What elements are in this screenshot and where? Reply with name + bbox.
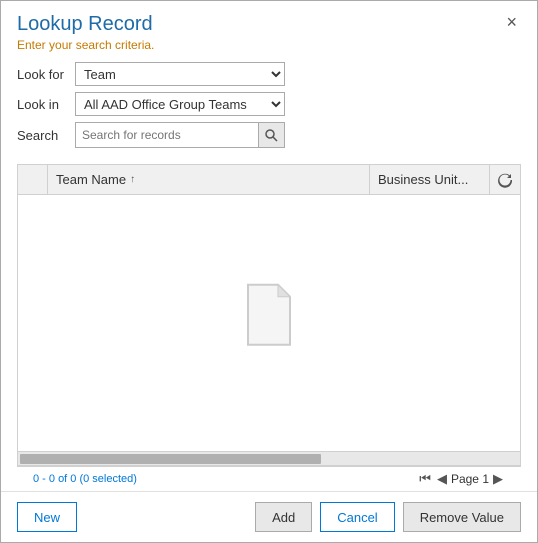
business-unit-label: Business Unit... — [378, 172, 468, 187]
dialog-footer: New Add Cancel Remove Value — [1, 491, 537, 542]
refresh-button[interactable] — [490, 165, 520, 194]
scrollbar-thumb — [20, 454, 321, 464]
new-button[interactable]: New — [17, 502, 77, 532]
dialog-subtitle: Enter your search criteria. — [17, 38, 154, 52]
look-in-row: Look in All AAD Office Group Teams — [17, 92, 521, 116]
dialog-header: Lookup Record Enter your search criteria… — [1, 1, 537, 56]
empty-state-icon — [242, 283, 296, 350]
header-business-unit[interactable]: Business Unit... — [370, 165, 490, 194]
look-for-row: Look for Team — [17, 62, 521, 86]
search-row: Search — [17, 122, 521, 148]
lookup-record-dialog: Lookup Record Enter your search criteria… — [0, 0, 538, 543]
next-page-button[interactable]: ▶ — [491, 471, 505, 487]
search-icon — [265, 129, 278, 142]
record-count: 0 - 0 of 0 (0 selected) — [33, 473, 137, 485]
dialog-title: Lookup Record — [17, 13, 154, 36]
search-field-wrap — [75, 122, 285, 148]
pagination: ⏮ ◀ Page 1 ▶ — [417, 471, 505, 487]
prev-page-button[interactable]: ◀ — [435, 471, 449, 487]
search-wrap — [75, 122, 521, 148]
table-body — [18, 195, 520, 451]
search-button[interactable] — [258, 123, 284, 147]
close-button[interactable]: × — [502, 13, 521, 31]
sort-asc-icon: ↑ — [130, 174, 135, 185]
search-input[interactable] — [76, 123, 258, 147]
add-button[interactable]: Add — [255, 502, 312, 532]
refresh-icon — [497, 172, 513, 188]
look-in-wrap: All AAD Office Group Teams — [75, 92, 521, 116]
look-for-label: Look for — [17, 67, 75, 82]
footer-left: New — [17, 502, 77, 532]
cancel-button[interactable]: Cancel — [320, 502, 394, 532]
remove-value-button[interactable]: Remove Value — [403, 502, 521, 532]
status-bar: 0 - 0 of 0 (0 selected) ⏮ ◀ Page 1 ▶ — [17, 466, 521, 491]
header-text: Lookup Record Enter your search criteria… — [17, 13, 154, 52]
horizontal-scrollbar[interactable] — [18, 451, 520, 465]
look-for-select[interactable]: Team — [75, 62, 285, 86]
search-label: Search — [17, 128, 75, 143]
look-for-wrap: Team — [75, 62, 521, 86]
first-page-button[interactable]: ⏮ — [417, 471, 433, 487]
table-header: Team Name ↑ Business Unit... — [18, 165, 520, 195]
header-checkbox-cell — [18, 165, 48, 194]
header-team-name[interactable]: Team Name ↑ — [48, 165, 370, 194]
team-name-label: Team Name — [56, 172, 126, 187]
look-in-label: Look in — [17, 97, 75, 112]
page-label: Page 1 — [451, 472, 489, 486]
look-in-select[interactable]: All AAD Office Group Teams — [75, 92, 285, 116]
footer-right: Add Cancel Remove Value — [255, 502, 521, 532]
results-table: Team Name ↑ Business Unit... — [17, 164, 521, 466]
form-section: Look for Team Look in All AAD Office Gro… — [1, 56, 537, 164]
